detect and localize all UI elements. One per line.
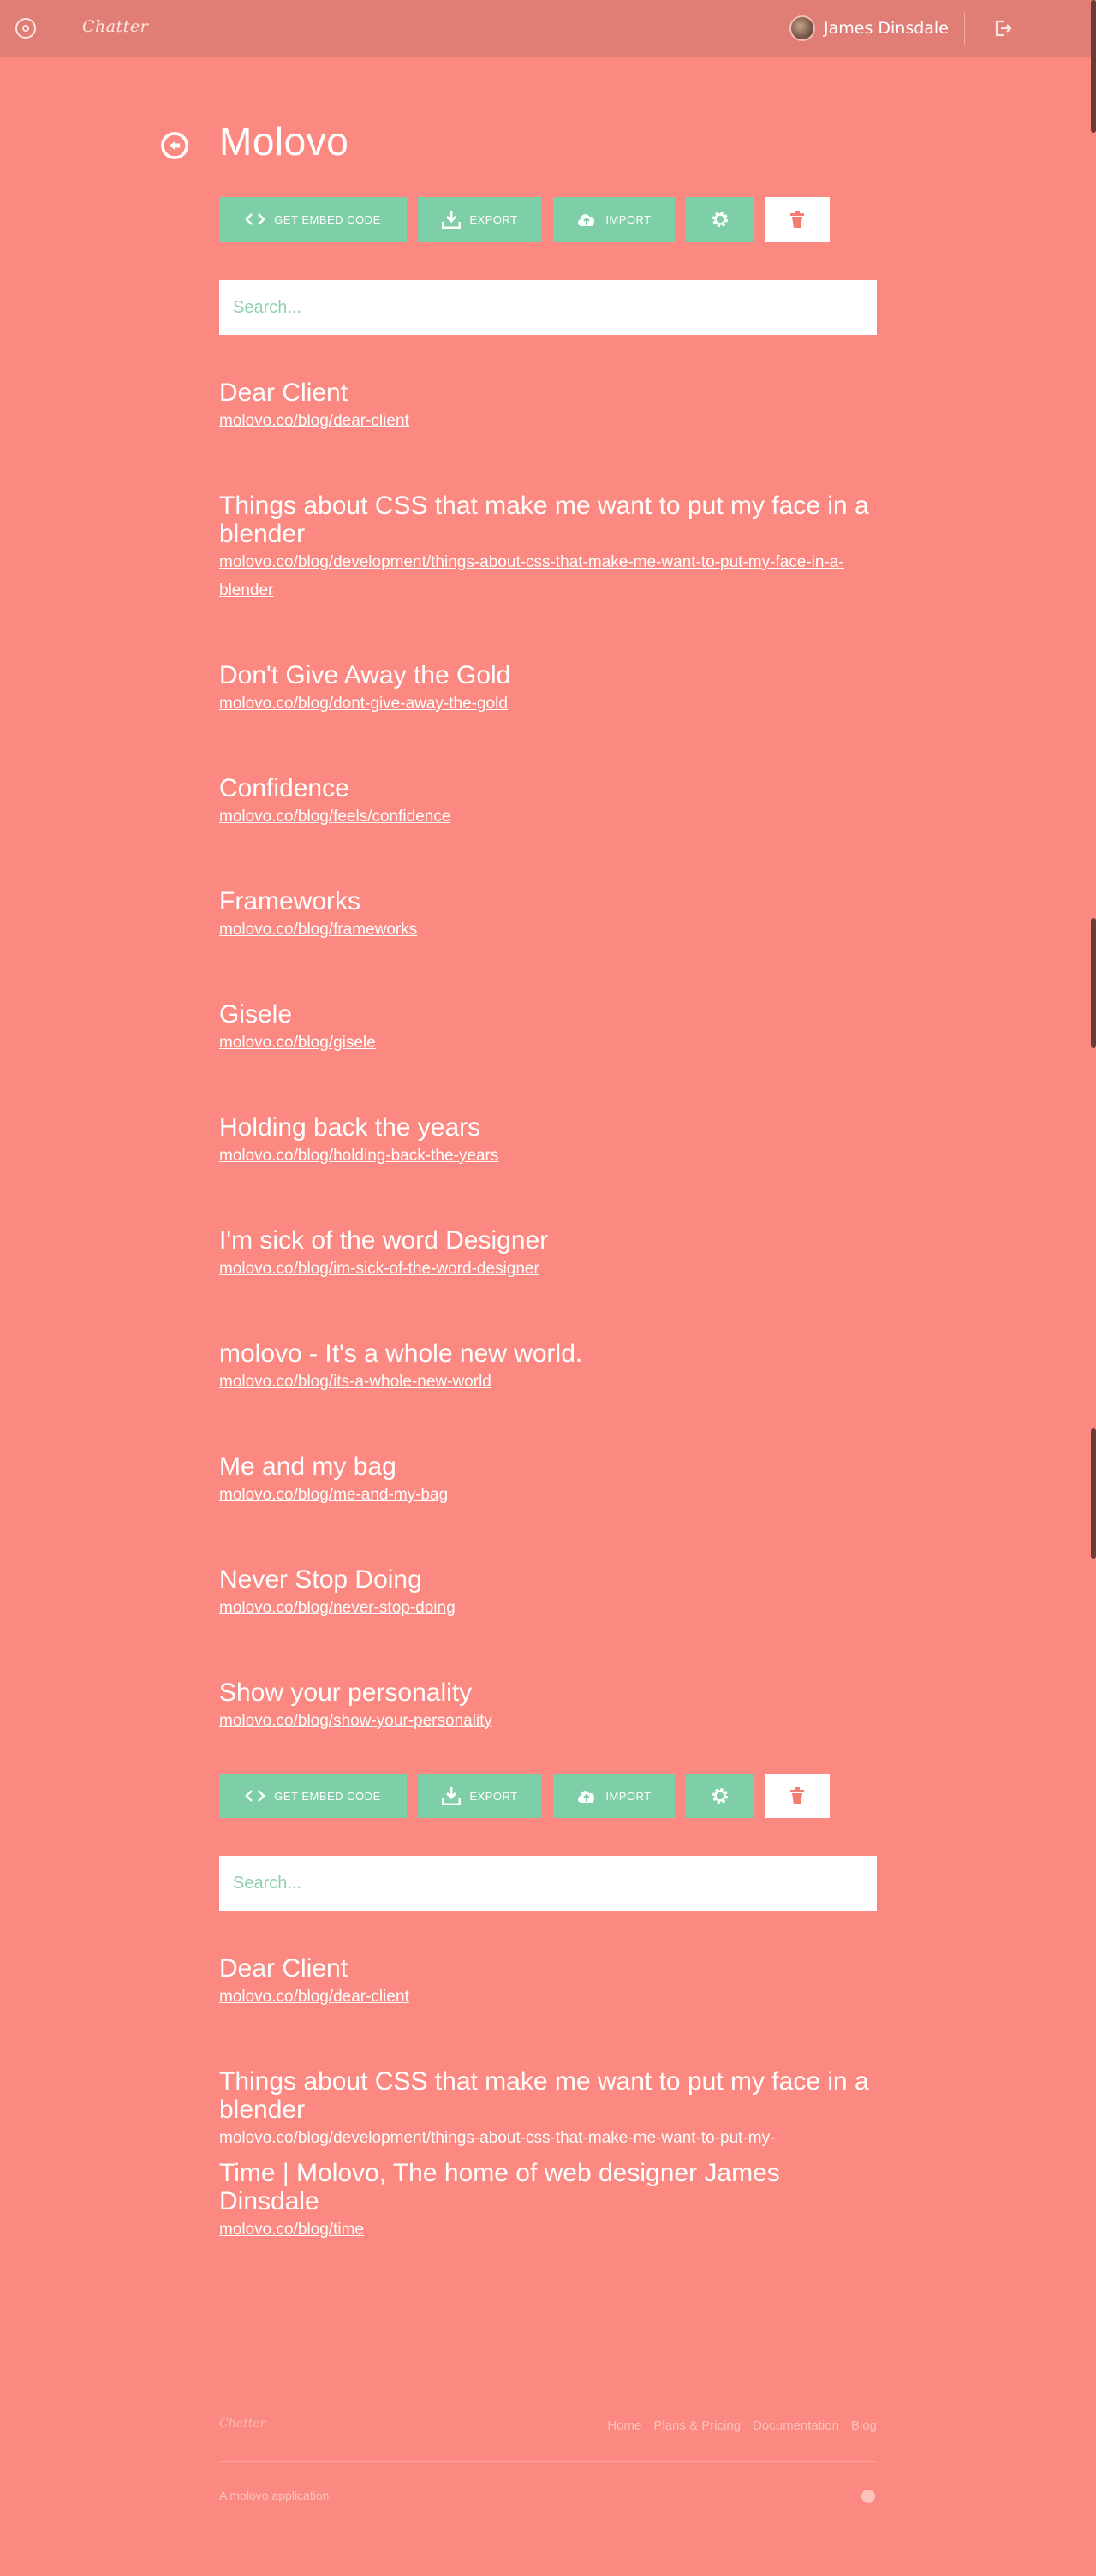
menu-icon[interactable] (15, 18, 36, 39)
embed-label: GET EMBED CODE (274, 1789, 381, 1803)
post-title[interactable]: Never Stop Doing (219, 1565, 870, 1594)
post-title[interactable]: Things about CSS that make me want to pu… (219, 492, 870, 548)
list-item: Dear Client molovo.co/blog/dear-client (219, 379, 870, 435)
post-link[interactable]: molovo.co/blog/time (219, 2215, 870, 2244)
post-link[interactable]: molovo.co/blog/show-your-personality (219, 1707, 870, 1735)
brand-logo[interactable]: Chatter (82, 17, 148, 36)
post-title[interactable]: Don't Give Away the Gold (219, 661, 870, 689)
post-link[interactable]: molovo.co/blog/never-stop-doing (219, 1594, 870, 1622)
post-link[interactable]: molovo.co/blog/frameworks (219, 915, 870, 944)
delete-button[interactable] (765, 197, 830, 242)
list-item: Frameworks molovo.co/blog/frameworks (219, 887, 870, 944)
divider (964, 12, 965, 45)
toolbar: GET EMBED CODE EXPORT IMPORT (219, 197, 830, 242)
post-title[interactable]: Frameworks (219, 887, 870, 915)
footer-brand[interactable]: Chatter (219, 2417, 265, 2430)
footer-link-documentation[interactable]: Documentation (753, 2418, 839, 2433)
post-link[interactable]: molovo.co/blog/me-and-my-bag (219, 1481, 870, 1509)
export-button[interactable]: EXPORT (418, 197, 542, 242)
check-badge-icon (861, 2490, 875, 2503)
post-title[interactable]: Dear Client (219, 1954, 870, 1983)
cloud-upload-icon (578, 1791, 595, 1803)
list-item: Show your personality molovo.co/blog/sho… (219, 1679, 870, 1735)
gear-icon (712, 1788, 728, 1804)
footer-nav: Home Plans & Pricing Documentation Blog (607, 2418, 877, 2433)
trash-icon (790, 211, 804, 228)
post-title[interactable]: Gisele (219, 1000, 870, 1029)
download-icon (442, 1787, 462, 1805)
embed-label: GET EMBED CODE (274, 212, 381, 226)
import-label: IMPORT (605, 212, 652, 226)
import-button[interactable]: IMPORT (553, 197, 675, 242)
footer-link-plans[interactable]: Plans & Pricing (653, 2418, 741, 2433)
get-embed-code-button[interactable]: GET EMBED CODE (219, 1774, 407, 1818)
export-label: EXPORT (469, 212, 518, 226)
post-link[interactable]: molovo.co/blog/its-a-whole-new-world (219, 1368, 870, 1396)
post-link[interactable]: molovo.co/blog/dear-client (219, 407, 870, 435)
logout-icon[interactable] (993, 19, 1012, 38)
list-item: I'm sick of the word Designer molovo.co/… (219, 1226, 870, 1283)
search-input[interactable] (219, 280, 877, 335)
scrollbar-thumb[interactable] (1091, 1428, 1096, 1559)
post-link[interactable]: molovo.co/blog/feels/confidence (219, 802, 870, 831)
list-item: Confidence molovo.co/blog/feels/confiden… (219, 774, 870, 831)
code-icon (245, 213, 266, 225)
list-item: Never Stop Doing molovo.co/blog/never-st… (219, 1565, 870, 1622)
list-item: Don't Give Away the Gold molovo.co/blog/… (219, 661, 870, 718)
post-title[interactable]: Time | Molovo, The home of web designer … (219, 2159, 870, 2215)
code-icon (245, 1790, 266, 1802)
settings-button[interactable] (686, 1774, 754, 1818)
top-bar: Chatter James Dinsdale (0, 0, 1096, 57)
search-input[interactable] (219, 1856, 877, 1911)
post-title[interactable]: Confidence (219, 774, 870, 802)
post-title[interactable]: Show your personality (219, 1679, 870, 1707)
back-arrow-icon[interactable] (161, 132, 188, 159)
export-label: EXPORT (469, 1789, 518, 1803)
post-title[interactable]: Things about CSS that make me want to pu… (219, 2067, 870, 2124)
scrollbar-thumb[interactable] (1091, 0, 1096, 133)
export-button[interactable]: EXPORT (418, 1774, 542, 1818)
post-link[interactable]: molovo.co/blog/dont-give-away-the-gold (219, 689, 870, 718)
list-item: Holding back the years molovo.co/blog/ho… (219, 1113, 870, 1170)
scrollbar-thumb[interactable] (1091, 918, 1096, 1048)
post-link[interactable]: molovo.co/blog/development/things-about-… (219, 2124, 870, 2152)
footer-link-home[interactable]: Home (607, 2418, 641, 2433)
list-item: Me and my bag molovo.co/blog/me-and-my-b… (219, 1452, 870, 1509)
post-title[interactable]: Me and my bag (219, 1452, 870, 1481)
post-link[interactable]: molovo.co/blog/gisele (219, 1029, 870, 1057)
user-name: James Dinsdale (824, 19, 949, 38)
avatar (789, 15, 815, 41)
post-title[interactable]: molovo - It's a whole new world. (219, 1339, 870, 1368)
post-title[interactable]: Holding back the years (219, 1113, 870, 1142)
toolbar: GET EMBED CODE EXPORT IMPORT (219, 1774, 830, 1818)
list-item: Time | Molovo, The home of web designer … (219, 2159, 870, 2244)
post-link[interactable]: molovo.co/blog/im-sick-of-the-word-desig… (219, 1255, 870, 1283)
list-item: molovo - It's a whole new world. molovo.… (219, 1339, 870, 1396)
post-link[interactable]: molovo.co/blog/dear-client (219, 1983, 870, 2011)
get-embed-code-button[interactable]: GET EMBED CODE (219, 197, 407, 242)
user-menu[interactable]: James Dinsdale (789, 15, 949, 42)
post-title[interactable]: Dear Client (219, 379, 870, 407)
post-title[interactable]: I'm sick of the word Designer (219, 1226, 870, 1255)
list-item: Things about CSS that make me want to pu… (219, 492, 870, 605)
import-button[interactable]: IMPORT (553, 1774, 675, 1818)
list-item: Gisele molovo.co/blog/gisele (219, 1000, 870, 1057)
trash-icon (790, 1787, 804, 1804)
settings-button[interactable] (686, 197, 754, 242)
footer-divider (219, 2461, 877, 2462)
post-link[interactable]: molovo.co/blog/holding-back-the-years (219, 1142, 870, 1170)
download-icon (442, 211, 462, 229)
delete-button[interactable] (765, 1774, 830, 1818)
list-item: Dear Client molovo.co/blog/dear-client (219, 1954, 870, 2011)
list-item: Things about CSS that make me want to pu… (219, 2067, 870, 2152)
cloud-upload-icon (578, 214, 595, 226)
footer-link-blog[interactable]: Blog (851, 2418, 877, 2433)
footer-credit-link[interactable]: A molovo application. (219, 2489, 332, 2502)
import-label: IMPORT (605, 1789, 652, 1803)
gear-icon (712, 212, 728, 227)
page-title: Molovo (219, 119, 349, 164)
post-link[interactable]: molovo.co/blog/development/things-about-… (219, 548, 870, 605)
